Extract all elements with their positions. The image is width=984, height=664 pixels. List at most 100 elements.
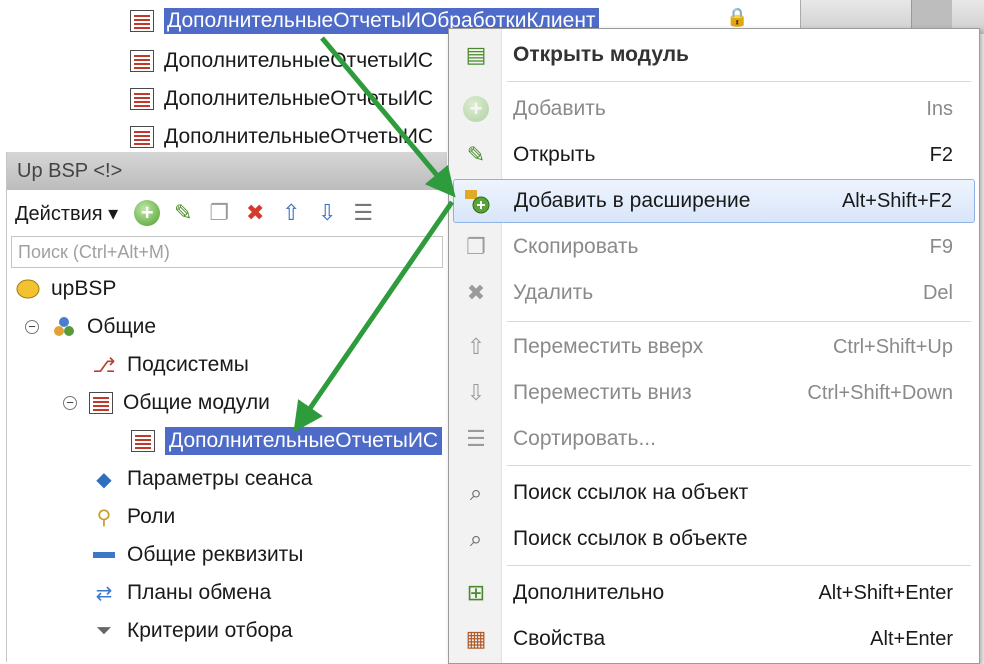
lock-icon: 🔒 — [726, 7, 749, 27]
tree-node-root[interactable]: upBSP — [15, 272, 116, 306]
copy-icon: ❐ — [466, 234, 486, 259]
menu-item-copy[interactable]: ❐ Скопировать F9 — [449, 225, 979, 269]
menu-item-shortcut: Ctrl+Shift+Up — [832, 335, 953, 358]
tree-node-label: Роли — [127, 505, 176, 528]
tree-node-label: ДополнительныеОтчетыИС — [165, 427, 443, 455]
move-down-button[interactable]: ⇩ — [312, 198, 342, 228]
general-icon — [51, 314, 77, 340]
menu-separator — [507, 81, 971, 82]
menu-item-shortcut: Del — [922, 281, 953, 304]
menu-item-label: Скопировать — [513, 235, 639, 258]
tree-node-label: Критерии отбора — [127, 619, 293, 642]
properties-icon: ▦ — [465, 626, 487, 651]
config-root-icon — [15, 276, 41, 302]
sort-icon: ☰ — [466, 426, 486, 451]
tree-node-common-attributes[interactable]: Общие реквизиты — [91, 538, 303, 572]
menu-item-label: Открыть модуль — [513, 43, 689, 66]
collapse-toggle-icon[interactable]: − — [63, 396, 77, 410]
tree-node-filter-criteria[interactable]: ⏷ Критерии отбора — [91, 614, 293, 648]
menu-item-label: Переместить вверх — [513, 335, 704, 358]
tree-node-selected-module[interactable]: ДополнительныеОтчетыИС — [131, 424, 443, 458]
list-item[interactable]: ДополнительныеОтчетыИС — [130, 120, 433, 154]
menu-item-shortcut: Alt+Shift+F2 — [841, 189, 952, 212]
menu-item-shortcut: Ctrl+Shift+Down — [807, 381, 953, 404]
menu-item-sort[interactable]: ☰ Сортировать... — [449, 417, 979, 461]
move-up-button[interactable]: ⇧ — [276, 198, 306, 228]
exchange-plans-icon: ⇄ — [95, 582, 113, 605]
menu-item-label: Сортировать... — [513, 427, 656, 450]
add-to-extension-icon — [462, 186, 492, 216]
menu-item-delete[interactable]: ✖ Удалить Del — [449, 271, 979, 315]
filter-icon: ⏷ — [96, 619, 112, 642]
find-refs-to-icon: ⌕ — [469, 480, 483, 505]
search-input[interactable]: Поиск (Ctrl+Alt+M) — [11, 236, 443, 268]
sort-button[interactable]: ☰ — [348, 198, 378, 228]
module-icon — [130, 50, 154, 72]
menu-item-move-up[interactable]: ⇧ Переместить вверх Ctrl+Shift+Up — [449, 325, 979, 369]
menu-item-label: Добавить — [513, 97, 606, 120]
pencil-icon: ✎ — [466, 142, 486, 167]
module-icon — [89, 392, 113, 414]
module-icon — [130, 126, 154, 148]
menu-item-label: Дополнительно — [513, 581, 665, 604]
menu-item-label: Добавить в расширение — [514, 189, 751, 212]
menu-item-find-refs-to[interactable]: ⌕ Поиск ссылок на объект — [449, 471, 979, 515]
menu-item-shortcut: Alt+Enter — [870, 627, 953, 650]
menu-separator — [507, 321, 971, 322]
menu-item-more[interactable]: ⊞ Дополнительно Alt+Shift+Enter — [449, 571, 979, 615]
tree-node-label: Подсистемы — [127, 353, 249, 376]
open-module-icon: ▤ — [465, 42, 487, 67]
edit-button[interactable]: ✎ — [168, 198, 198, 228]
delete-icon: ✖ — [466, 280, 486, 305]
copy-button[interactable]: ❐ — [204, 198, 234, 228]
menu-item-label: Поиск ссылок в объекте — [513, 527, 748, 550]
actions-menu-button[interactable]: Действия ▾ — [15, 201, 118, 226]
arrow-down-icon: ⇩ — [466, 380, 486, 405]
context-menu: ▤ Открыть модуль + Добавить Ins ✎ Открыт… — [448, 28, 980, 664]
tree-node-roles[interactable]: ⚲ Роли — [91, 500, 176, 534]
add-button[interactable]: + — [132, 198, 162, 228]
menu-item-label: Переместить вниз — [513, 381, 692, 404]
arrow-up-icon: ⇧ — [466, 334, 486, 359]
menu-separator — [507, 465, 971, 466]
find-refs-in-icon: ⌕ — [469, 526, 483, 551]
menu-item-open[interactable]: ✎ Открыть F2 — [449, 133, 979, 177]
menu-item-label: Удалить — [513, 281, 594, 304]
attributes-icon — [91, 542, 117, 568]
tree-node-subsystems[interactable]: ⎇ Подсистемы — [91, 348, 249, 382]
more-icon: ⊞ — [466, 580, 486, 605]
menu-item-label: Открыть — [513, 143, 596, 166]
tree-node-session-params[interactable]: ◆ Параметры сеанса — [91, 462, 312, 496]
module-icon — [130, 10, 154, 32]
menu-item-add-to-extension[interactable]: Добавить в расширение Alt+Shift+F2 — [453, 179, 975, 223]
menu-item-find-refs-in[interactable]: ⌕ Поиск ссылок в объекте — [449, 517, 979, 561]
module-icon — [131, 430, 155, 452]
list-item[interactable]: ДополнительныеОтчетыИС — [130, 44, 433, 78]
delete-button[interactable]: ✖ — [240, 198, 270, 228]
tree-node-label: Параметры сеанса — [127, 467, 313, 490]
tree-node-label: upBSP — [51, 277, 117, 300]
list-item[interactable]: ДополнительныеОтчетыИС — [130, 82, 433, 116]
configuration-panel: Up BSP <!> Действия ▾ + ✎ ❐ ✖ ⇧ ⇩ ☰ Поис… — [6, 152, 447, 662]
tree-node-exchange-plans[interactable]: ⇄ Планы обмена — [91, 576, 272, 610]
list-item-label: ДополнительныеОтчетыИС — [164, 49, 434, 72]
tree-node-common-modules[interactable]: − Общие модули — [63, 386, 270, 420]
collapse-toggle-icon[interactable]: − — [25, 320, 39, 334]
menu-item-shortcut: Alt+Shift+Enter — [818, 581, 953, 604]
session-params-icon: ◆ — [96, 468, 112, 491]
menu-item-label: Свойства — [513, 627, 606, 650]
panel-title: Up BSP <!> — [7, 152, 447, 190]
list-item-label: ДополнительныеОтчетыИС — [164, 125, 434, 148]
menu-item-open-module[interactable]: ▤ Открыть модуль — [449, 33, 979, 77]
tree-node-general[interactable]: − Общие — [25, 310, 156, 344]
menu-item-properties[interactable]: ▦ Свойства Alt+Enter — [449, 617, 979, 661]
roles-icon: ⚲ — [96, 506, 112, 529]
toolbar: Действия ▾ + ✎ ❐ ✖ ⇧ ⇩ ☰ — [7, 190, 447, 236]
menu-item-shortcut: F2 — [929, 143, 953, 166]
menu-item-move-down[interactable]: ⇩ Переместить вниз Ctrl+Shift+Down — [449, 371, 979, 415]
list-item-label: ДополнительныеОтчетыИС — [164, 87, 434, 110]
add-icon: + — [461, 94, 491, 124]
menu-item-add[interactable]: + Добавить Ins — [449, 87, 979, 131]
tree-node-label: Общие реквизиты — [127, 543, 304, 566]
module-icon — [130, 88, 154, 110]
